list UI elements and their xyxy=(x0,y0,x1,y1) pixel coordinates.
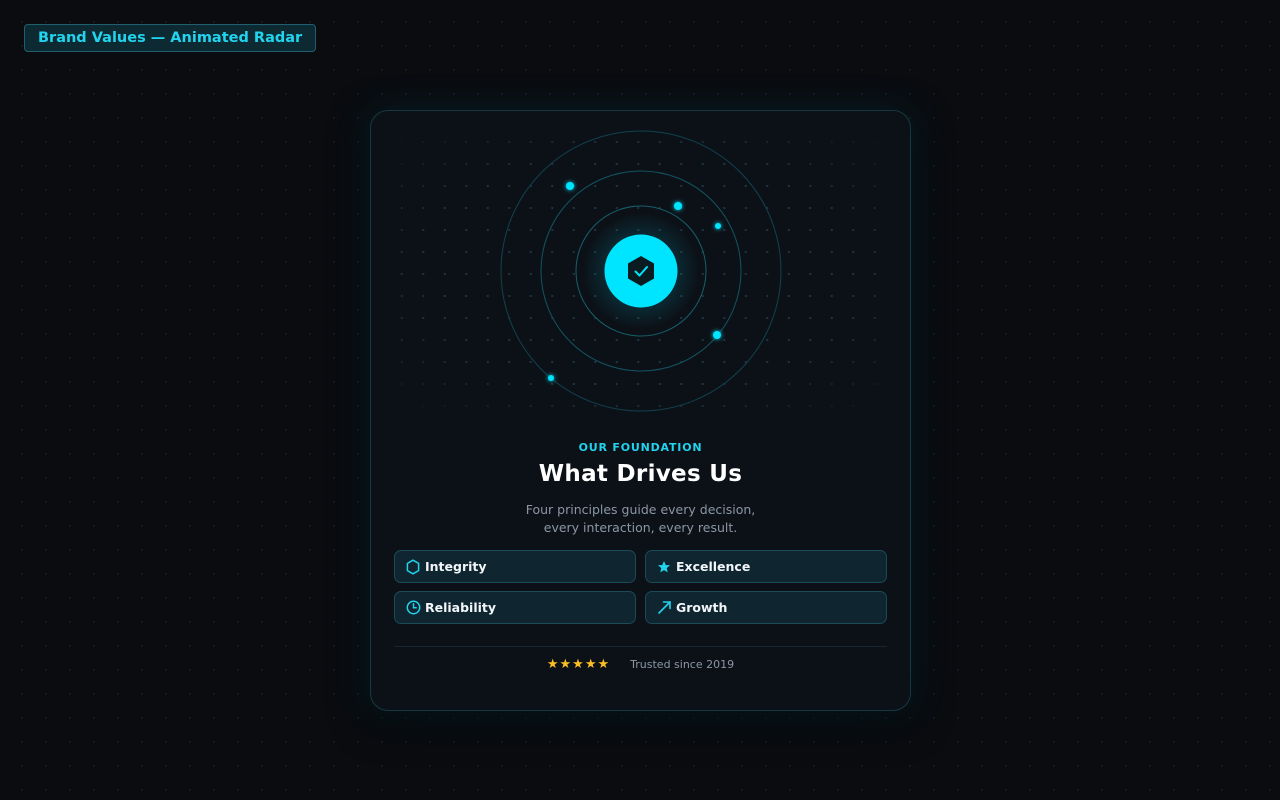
radar-blip xyxy=(674,202,682,210)
value-chip-growth[interactable]: Growth xyxy=(645,591,887,624)
description-line: Four principles guide every decision, xyxy=(525,502,756,517)
value-chip-label: Excellence xyxy=(676,559,751,574)
values-grid: Integrity Excellence Reliability Growth xyxy=(394,550,887,624)
radar-blip xyxy=(715,223,721,229)
card-description: Four principles guide every decision, ev… xyxy=(371,501,910,537)
description-line: every interaction, every result. xyxy=(543,520,738,535)
card-heading: What Drives Us xyxy=(538,461,743,487)
card-divider xyxy=(394,646,887,647)
hexagon-icon xyxy=(405,558,421,575)
value-chip-label: Integrity xyxy=(425,559,487,574)
radar-blip xyxy=(713,331,721,339)
card-footer: ★★★★★ Trusted since 2019 xyxy=(371,657,910,672)
star-icon xyxy=(656,559,672,575)
value-chip-excellence[interactable]: Excellence xyxy=(645,550,887,583)
value-chip-reliability[interactable]: Reliability xyxy=(394,591,636,624)
radar-blip xyxy=(548,375,554,381)
page-title-tag: Brand Values — Animated Radar xyxy=(24,24,317,52)
rating-stars: ★★★★★ xyxy=(546,657,611,672)
radar-blip xyxy=(566,182,574,190)
value-chip-integrity[interactable]: Integrity xyxy=(394,550,636,583)
clock-icon xyxy=(405,600,421,616)
section-eyebrow: OUR FOUNDATION xyxy=(578,441,703,454)
trusted-since-text: Trusted since 2019 xyxy=(630,658,735,671)
arrow-up-right-icon xyxy=(656,600,672,616)
radar-graphic xyxy=(500,130,782,412)
value-chip-label: Reliability xyxy=(425,600,497,615)
value-chip-label: Growth xyxy=(676,600,728,615)
brand-values-card: OUR FOUNDATION What Drives Us Four princ… xyxy=(370,110,911,711)
